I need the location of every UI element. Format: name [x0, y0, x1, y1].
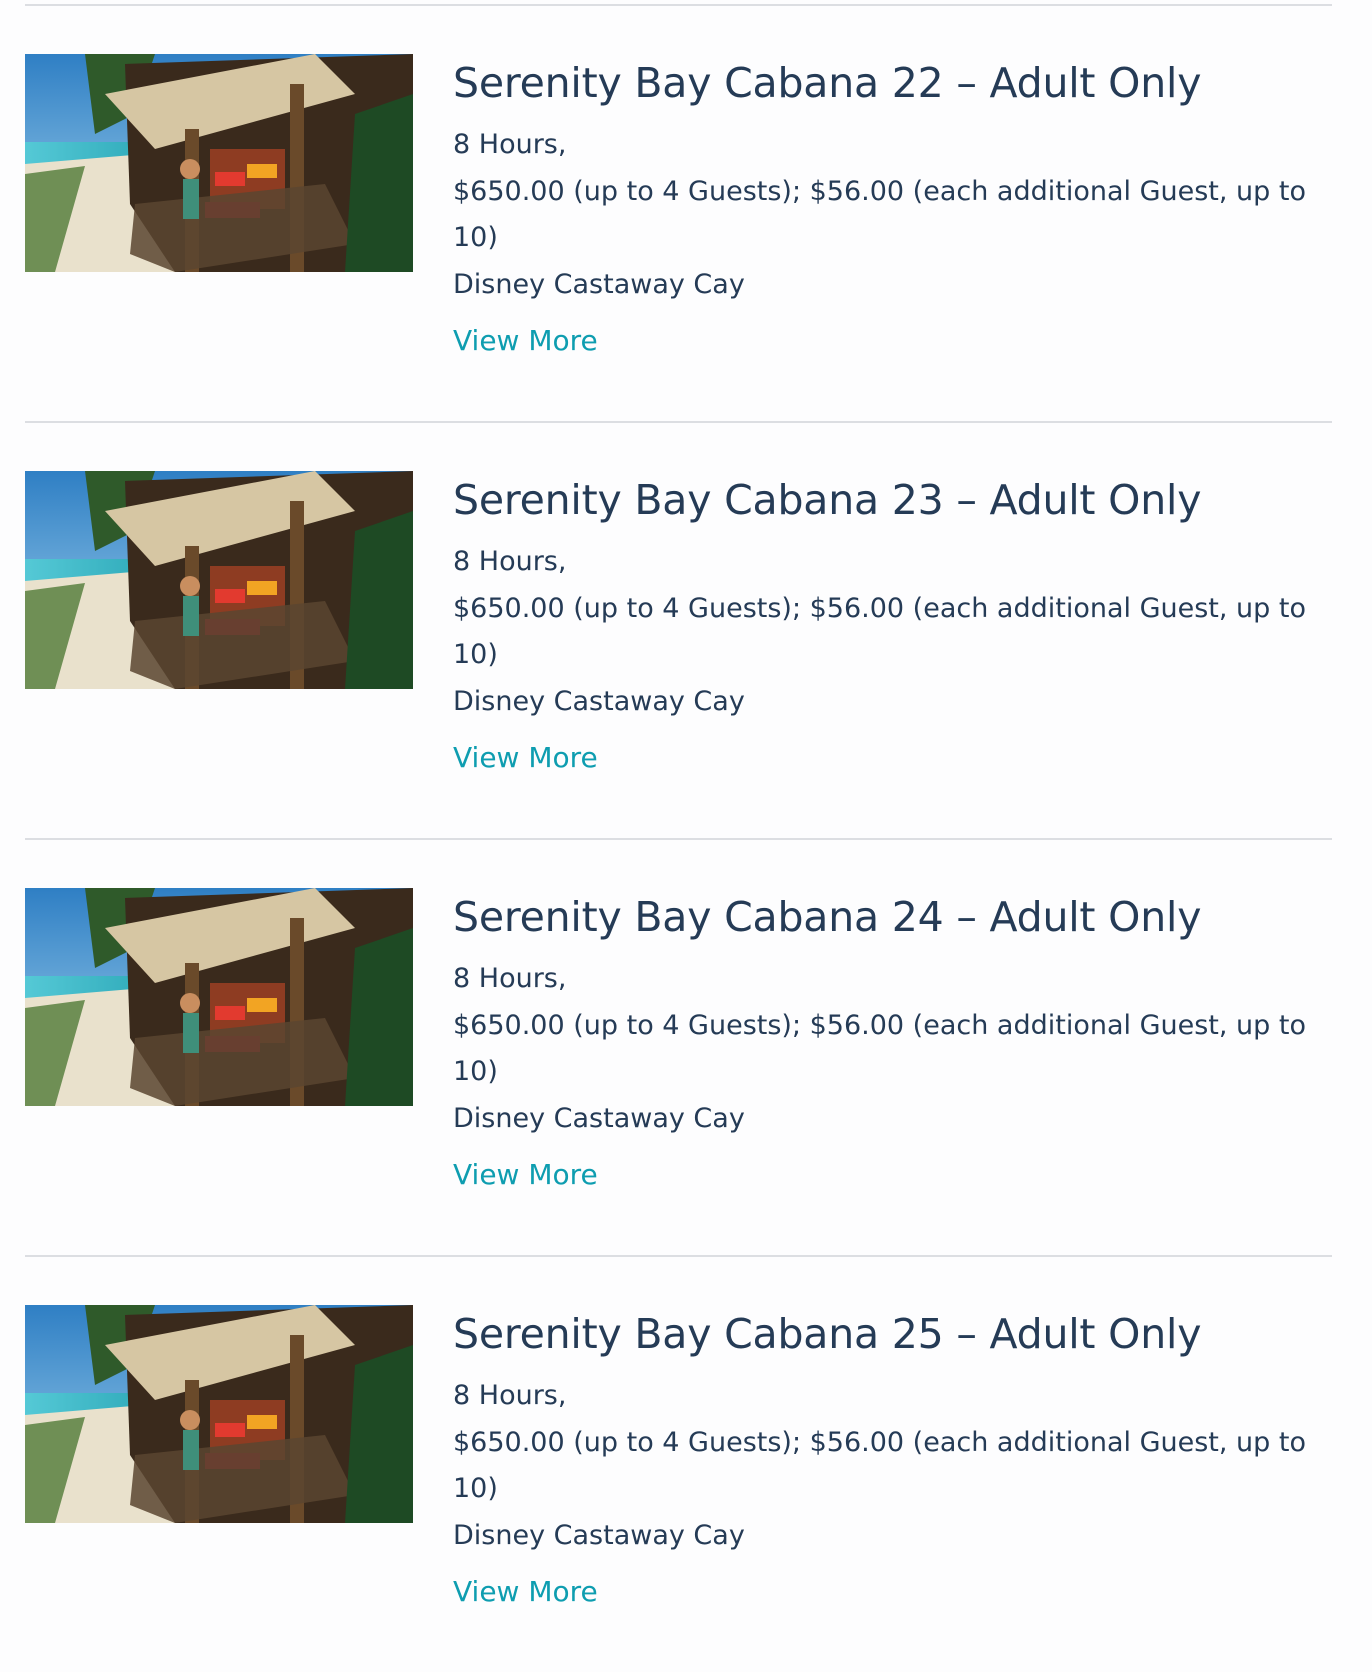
- listing-title: Serenity Bay Cabana 23 – Adult Only: [453, 476, 1202, 524]
- listing-location: Disney Castaway Cay: [453, 268, 745, 300]
- view-more-link[interactable]: View More: [453, 1572, 598, 1612]
- experience-list: Serenity Bay Cabana 22 – Adult Only 8 Ho…: [25, 4, 1332, 1672]
- cabana-photo[interactable]: [25, 54, 413, 272]
- listing-duration: 8 Hours,: [453, 546, 567, 577]
- view-more-link[interactable]: View More: [453, 738, 598, 778]
- list-item: Serenity Bay Cabana 24 – Adult Only 8 Ho…: [25, 840, 1332, 1255]
- listing-location: Disney Castaway Cay: [453, 685, 745, 717]
- listing-title: Serenity Bay Cabana 25 – Adult Only: [453, 1310, 1202, 1358]
- listing-duration: 8 Hours,: [453, 129, 567, 160]
- cabana-photo[interactable]: [25, 1305, 413, 1523]
- list-item: Serenity Bay Cabana 22 – Adult Only 8 Ho…: [25, 6, 1332, 421]
- cabana-photo-image: [25, 471, 413, 689]
- list-item: Serenity Bay Cabana 25 – Adult Only 8 Ho…: [25, 1257, 1332, 1672]
- cabana-photo[interactable]: [25, 471, 413, 689]
- view-more-link[interactable]: View More: [453, 1155, 598, 1195]
- listing-info: Serenity Bay Cabana 23 – Adult Only 8 Ho…: [453, 471, 1323, 778]
- listing-price: $650.00 (up to 4 Guests); $56.00 (each a…: [453, 1426, 1306, 1505]
- cabana-photo-image: [25, 888, 413, 1106]
- listing-info: Serenity Bay Cabana 22 – Adult Only 8 Ho…: [453, 54, 1323, 361]
- cabana-photo[interactable]: [25, 888, 413, 1106]
- listing-duration: 8 Hours,: [453, 1380, 567, 1411]
- listing-location: Disney Castaway Cay: [453, 1519, 745, 1551]
- listing-info: Serenity Bay Cabana 24 – Adult Only 8 Ho…: [453, 888, 1323, 1195]
- cabana-photo-image: [25, 1305, 413, 1523]
- listing-info: Serenity Bay Cabana 25 – Adult Only 8 Ho…: [453, 1305, 1323, 1612]
- listing-price: $650.00 (up to 4 Guests); $56.00 (each a…: [453, 175, 1306, 254]
- listing-price: $650.00 (up to 4 Guests); $56.00 (each a…: [453, 592, 1306, 671]
- cabana-photo-image: [25, 54, 413, 272]
- view-more-link[interactable]: View More: [453, 321, 598, 361]
- listing-price: $650.00 (up to 4 Guests); $56.00 (each a…: [453, 1009, 1306, 1088]
- listing-title: Serenity Bay Cabana 22 – Adult Only: [453, 59, 1202, 107]
- list-item: Serenity Bay Cabana 23 – Adult Only 8 Ho…: [25, 423, 1332, 838]
- listing-title: Serenity Bay Cabana 24 – Adult Only: [453, 893, 1202, 941]
- listing-location: Disney Castaway Cay: [453, 1102, 745, 1134]
- listing-duration: 8 Hours,: [453, 963, 567, 994]
